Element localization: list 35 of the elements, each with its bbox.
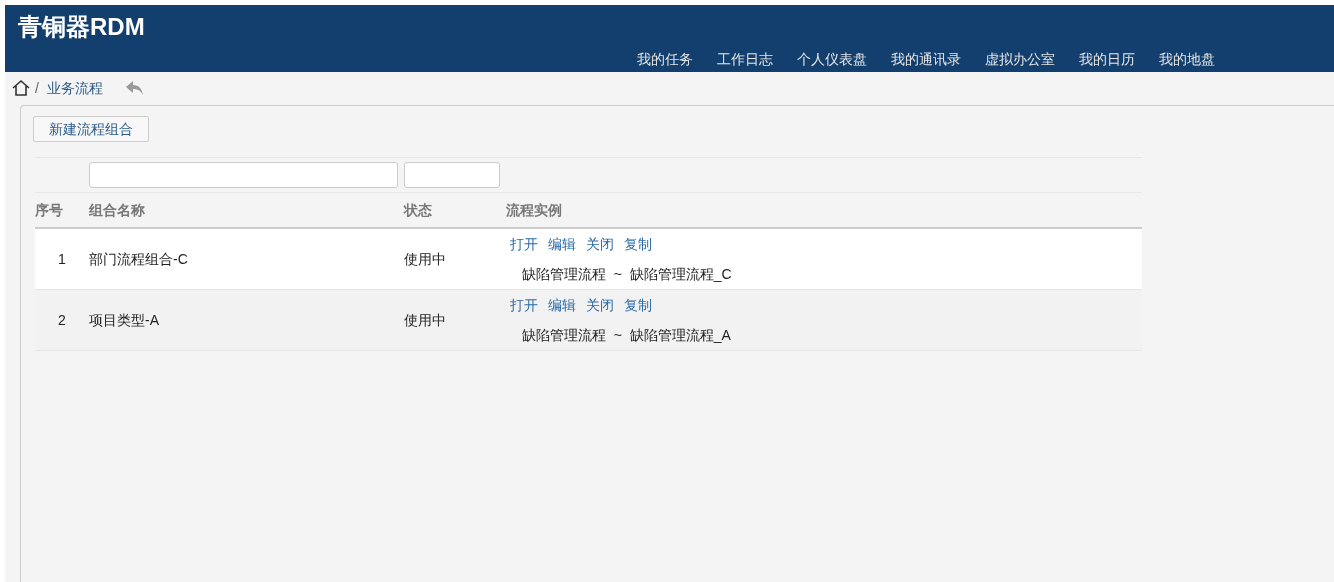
action-link[interactable]: 编辑 [548, 294, 576, 316]
nav-link[interactable]: 工作日志 [705, 49, 785, 70]
row-index: 1 [58, 249, 66, 269]
column-header: 组合名称 [89, 201, 145, 218]
nav-link[interactable]: 虚拟办公室 [973, 49, 1067, 70]
breadcrumb-current: 业务流程 [46, 78, 103, 98]
action-link[interactable]: 打开 [510, 294, 538, 316]
status-filter-field[interactable] [404, 162, 500, 188]
breadcrumb-separator: / [35, 78, 39, 98]
name-filter-field[interactable] [89, 162, 398, 188]
action-link[interactable]: 复制 [624, 233, 652, 255]
nav-link[interactable]: 我的通讯录 [879, 49, 973, 70]
back-arrow-icon[interactable] [124, 79, 145, 97]
status-text: 使用中 [404, 311, 446, 328]
status-text: 使用中 [404, 250, 446, 267]
action-link[interactable]: 关闭 [586, 233, 614, 255]
row-index: 2 [58, 310, 66, 330]
action-link[interactable]: 关闭 [586, 294, 614, 316]
new-group-button[interactable]: 新建流程组合 [33, 116, 149, 142]
column-header: 状态 [404, 201, 432, 218]
group-name: 项目类型-A [89, 311, 159, 328]
nav-link[interactable]: 我的地盘 [1147, 49, 1227, 70]
action-link[interactable]: 打开 [510, 233, 538, 255]
column-header: 序号 [35, 201, 63, 218]
home-icon[interactable] [11, 79, 31, 97]
column-header: 流程实例 [506, 201, 562, 218]
nav-link[interactable]: 我的日历 [1067, 49, 1147, 70]
group-name: 部门流程组合-C [89, 250, 188, 267]
app-logo: 青铜器RDM [18, 15, 145, 39]
action-link[interactable]: 复制 [624, 294, 652, 316]
process-instance: 缺陷管理流程 ~ 缺陷管理流程_A [522, 325, 731, 345]
nav-link[interactable]: 我的任务 [625, 49, 705, 70]
action-link[interactable]: 编辑 [548, 233, 576, 255]
process-instance: 缺陷管理流程 ~ 缺陷管理流程_C [522, 264, 732, 284]
nav-link[interactable]: 个人仪表盘 [785, 49, 879, 70]
